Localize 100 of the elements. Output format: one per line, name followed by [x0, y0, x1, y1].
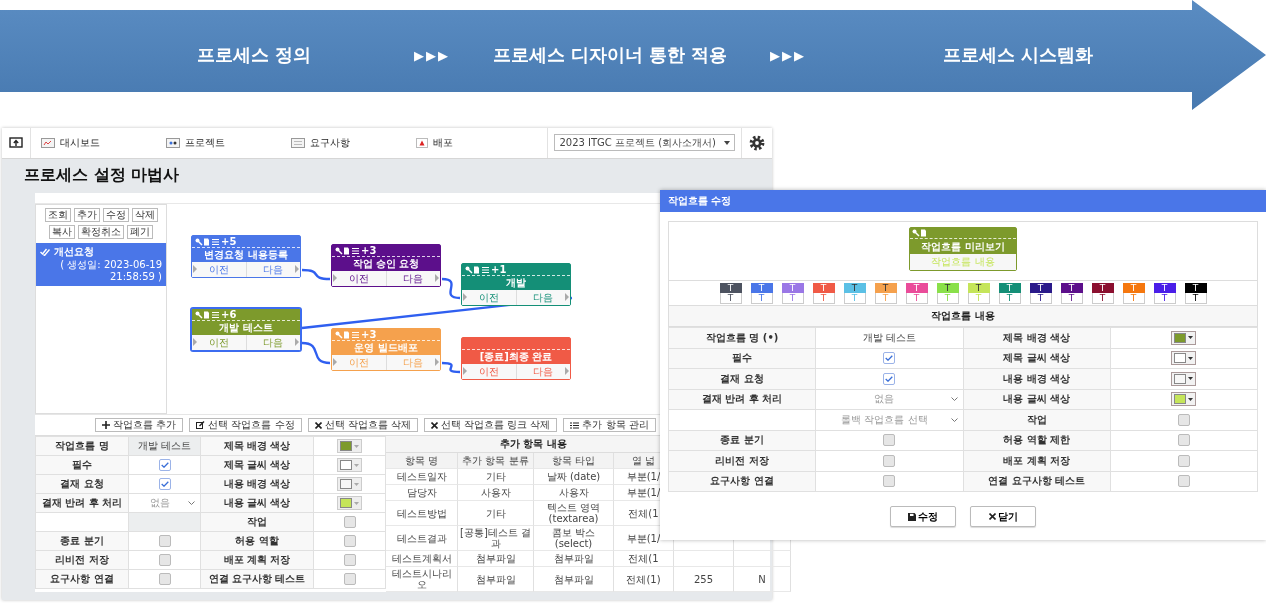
- checkbox[interactable]: [1177, 454, 1190, 467]
- next-button[interactable]: 다음: [246, 262, 300, 277]
- prev-button[interactable]: 이전: [332, 271, 387, 286]
- color-picker[interactable]: [337, 458, 362, 472]
- key-document-list-icon: [195, 237, 219, 246]
- checkbox[interactable]: [883, 352, 896, 365]
- checkbox[interactable]: [158, 478, 171, 490]
- toolbar-button[interactable]: 복사: [49, 225, 75, 239]
- color-option[interactable]: T T: [998, 282, 1021, 304]
- checkbox[interactable]: [343, 535, 356, 547]
- color-option[interactable]: T T: [874, 282, 897, 304]
- prev-button[interactable]: 이전: [462, 290, 517, 305]
- toolbar-button[interactable]: 조회: [44, 208, 71, 222]
- checkbox[interactable]: [883, 454, 896, 467]
- table-cell: 기타: [458, 501, 534, 526]
- table-cell: 첨부파일: [534, 567, 614, 592]
- color-option[interactable]: T T: [1153, 282, 1176, 304]
- process-step: 프로세스 정의: [196, 43, 312, 67]
- color-picker[interactable]: [337, 496, 362, 510]
- action-button[interactable]: 선택 작업흐름 수정: [189, 418, 302, 432]
- action-button[interactable]: 선택 작업흐름 삭제: [307, 418, 418, 432]
- node-title: [종료]최종 완료: [478, 350, 554, 364]
- toolbar-button[interactable]: 수정: [102, 208, 129, 222]
- color-picker[interactable]: [1171, 330, 1197, 345]
- color-option[interactable]: T T: [1184, 282, 1207, 304]
- key-document-list-icon: [335, 246, 359, 255]
- caret-icon: [354, 463, 359, 467]
- action-button[interactable]: 추가 항목 관리: [563, 418, 656, 432]
- checkbox[interactable]: [158, 573, 171, 585]
- caret-icon: [1188, 336, 1194, 340]
- nav-item[interactable]: 프로젝트: [156, 128, 281, 158]
- checkbox[interactable]: [158, 535, 171, 547]
- checkbox[interactable]: [883, 434, 896, 447]
- caret-icon: [354, 501, 359, 505]
- nav-item[interactable]: 대시보드: [31, 128, 156, 158]
- color-option[interactable]: T T: [719, 282, 742, 304]
- content-sample: T: [874, 292, 897, 304]
- color-picker[interactable]: [337, 477, 362, 491]
- title-sample: T: [1060, 282, 1083, 293]
- checkbox[interactable]: [343, 573, 356, 585]
- title-sample: T: [967, 282, 990, 293]
- checkbox[interactable]: [158, 554, 171, 566]
- checkbox[interactable]: [1177, 434, 1190, 447]
- color-option[interactable]: T T: [812, 282, 835, 304]
- nav-item[interactable]: 요구사항: [281, 128, 406, 158]
- action-button[interactable]: 작업흐름 추가: [95, 418, 184, 432]
- workflow-node[interactable]: +5 변경요청 내용등록 이전 다음: [191, 235, 301, 278]
- color-option[interactable]: T T: [1060, 282, 1083, 304]
- color-option[interactable]: T T: [905, 282, 928, 304]
- process-item[interactable]: 개선요청 ( 생성일: 2023-06-19 21:58:59 ): [36, 243, 166, 286]
- checkbox[interactable]: [883, 372, 896, 385]
- section-header: 작업흐름 내용: [668, 305, 1258, 327]
- color-option[interactable]: T T: [1029, 282, 1052, 304]
- color-picker[interactable]: [1171, 392, 1197, 407]
- color-option[interactable]: T T: [936, 282, 959, 304]
- toolbar-button[interactable]: 폐기: [127, 225, 153, 239]
- color-option[interactable]: T T: [1091, 282, 1114, 304]
- color-picker[interactable]: [1171, 371, 1197, 386]
- key-document-list-icon: [195, 310, 219, 319]
- save-button[interactable]: 수정: [890, 506, 956, 527]
- chevron-icon: [950, 397, 958, 402]
- close-button[interactable]: 닫기: [970, 506, 1036, 527]
- color-option[interactable]: T T: [750, 282, 773, 304]
- color-option[interactable]: T T: [843, 282, 866, 304]
- checkbox[interactable]: [1177, 475, 1190, 488]
- name-value: 개발 테스트: [815, 327, 963, 348]
- checkbox[interactable]: [158, 459, 171, 471]
- checkbox[interactable]: [1177, 413, 1190, 426]
- next-button[interactable]: 다음: [386, 271, 440, 286]
- nav-item[interactable]: 배포: [406, 128, 531, 158]
- toolbar-button[interactable]: 삭제: [131, 208, 158, 222]
- checkbox[interactable]: [343, 554, 356, 566]
- field-label: 결재 반려 후 처리: [668, 389, 816, 410]
- color-option[interactable]: T T: [781, 282, 804, 304]
- project-select[interactable]: 2023 ITGC 프로젝트 (회사소개서): [554, 134, 735, 152]
- next-button[interactable]: 다음: [516, 290, 570, 305]
- color-picker[interactable]: [1171, 351, 1197, 366]
- checkbox[interactable]: [343, 516, 356, 528]
- created-date: ( 생성일: 2023-06-19 21:58:59 ): [59, 259, 162, 283]
- prev-button[interactable]: 이전: [192, 262, 247, 277]
- key-document-list-icon: [335, 330, 359, 339]
- title-sample: T: [781, 282, 804, 293]
- content-sample: T: [1184, 292, 1207, 304]
- action-button[interactable]: 선택 작업흐름 링크 삭제: [423, 418, 558, 432]
- warning-icon: [416, 137, 428, 148]
- item-count: +6: [221, 309, 237, 320]
- item-count: +5: [221, 236, 237, 247]
- connector-line: [301, 341, 331, 365]
- workflow-node[interactable]: +3 작업 승인 요청 이전 다음: [331, 244, 441, 287]
- toolbar-button[interactable]: 확정취소: [78, 225, 124, 239]
- content-sample: T: [1122, 292, 1145, 304]
- checkbox[interactable]: [883, 475, 896, 488]
- settings-icon[interactable]: [749, 134, 765, 151]
- caret-icon: [1188, 397, 1194, 401]
- toolbar-button[interactable]: 추가: [73, 208, 100, 222]
- workflow-node[interactable]: +1 개발 이전 다음: [461, 263, 571, 306]
- upload-icon[interactable]: [9, 136, 23, 149]
- color-option[interactable]: T T: [967, 282, 990, 304]
- color-picker[interactable]: [337, 439, 362, 453]
- table-cell: 테스트계획서: [386, 551, 458, 567]
